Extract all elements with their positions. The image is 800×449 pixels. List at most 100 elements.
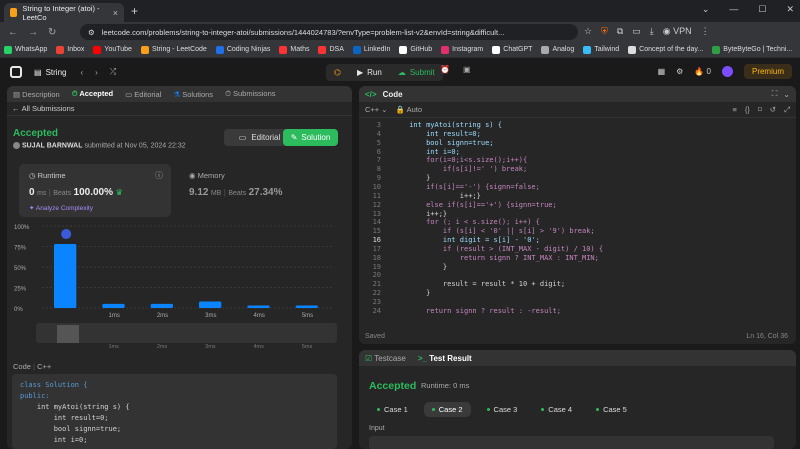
- extensions-icon[interactable]: ⧉: [617, 26, 623, 37]
- avatar[interactable]: [721, 66, 733, 77]
- memory-card[interactable]: ◉ Memory 9.12 MB | Beats 27.34%: [179, 164, 339, 217]
- solution-button[interactable]: ✎ Solution: [283, 129, 338, 146]
- forward-icon[interactable]: →: [28, 27, 38, 38]
- bookmark-item[interactable]: WhatsApp: [4, 45, 47, 54]
- code-line: i++;}: [405, 191, 481, 200]
- bookmark-item[interactable]: Tailwind: [583, 45, 619, 54]
- bookmark-item[interactable]: Analog: [541, 45, 575, 54]
- vpn-button[interactable]: ◉ VPN: [663, 26, 692, 37]
- bookmark-item[interactable]: GitHub: [399, 45, 432, 54]
- language-select[interactable]: C++ ⌄: [365, 105, 388, 114]
- premium-button[interactable]: Premium: [743, 64, 792, 79]
- input-box: [369, 436, 774, 449]
- bar-5ms[interactable]: [295, 305, 318, 308]
- back-icon[interactable]: ←: [8, 27, 18, 38]
- code-editor[interactable]: 3 int myAtoi(string s) {4 int result=0; 5…: [359, 118, 796, 326]
- problem-list-label: String: [45, 67, 67, 77]
- bookmark-item[interactable]: Instagram: [441, 45, 483, 54]
- bookmark-item[interactable]: Inbox: [56, 45, 84, 54]
- code-line: int digit = s[i] - '0';: [405, 236, 540, 245]
- bookmark-item[interactable]: Maths: [279, 45, 309, 54]
- bar-1ms[interactable]: [102, 303, 125, 308]
- new-tab-button[interactable]: +: [131, 4, 138, 18]
- minimize-icon[interactable]: —: [729, 4, 738, 15]
- y-tick-label: 0%: [14, 307, 23, 313]
- shuffle-icon[interactable]: ⤮: [110, 67, 116, 77]
- bookmark-item[interactable]: ByteByteGo | Techni...: [712, 45, 792, 54]
- tab-test-result[interactable]: >_ Test Result: [418, 354, 472, 363]
- runtime-card[interactable]: ◷ Runtime ⓘ 0 ms | Beats 100.00% ♛ ✦ Ana…: [19, 164, 171, 217]
- next-problem-icon[interactable]: ›: [95, 68, 98, 77]
- bar-2ms[interactable]: [150, 303, 173, 308]
- tab-editorial[interactable]: ▭ Editorial: [125, 90, 161, 99]
- streak-counter[interactable]: 🔥 0: [694, 67, 711, 76]
- note-icon[interactable]: ▣: [463, 65, 471, 74]
- tab-solutions[interactable]: ⚗ Solutions: [173, 90, 213, 99]
- case-tab[interactable]: Case 4: [533, 402, 580, 417]
- x-tick-label: 4ms: [254, 313, 265, 319]
- braces-icon[interactable]: {}: [745, 105, 750, 114]
- format-icon[interactable]: ≡: [732, 105, 736, 114]
- bookmark-item[interactable]: DSA: [318, 45, 344, 54]
- user-name[interactable]: SUJAL BARNWAL: [22, 142, 83, 149]
- case-tab[interactable]: Case 3: [479, 402, 526, 417]
- layout-icon[interactable]: ▦: [658, 67, 666, 76]
- collapse-icon[interactable]: ⌄: [783, 90, 790, 99]
- range-handle[interactable]: [57, 325, 79, 343]
- test-result-panel: ☑ Testcase >_ Test Result Accepted Runti…: [359, 350, 796, 449]
- browser-tab[interactable]: String to Integer (atoi) - LeetCo ×: [4, 3, 124, 22]
- reset-icon[interactable]: ↺: [770, 105, 776, 114]
- run-button[interactable]: ▶ Run: [349, 64, 390, 81]
- bookmark-label: Analog: [552, 46, 575, 53]
- analyze-complexity-link[interactable]: ✦ Analyze Complexity: [29, 204, 93, 212]
- bookmark-item[interactable]: LinkedIn: [352, 45, 390, 54]
- case-tab[interactable]: Case 5: [588, 402, 635, 417]
- reload-icon[interactable]: ↻: [48, 27, 56, 38]
- maximize-icon[interactable]: ☐: [758, 4, 766, 15]
- bookmark-item[interactable]: Concept of the day...: [628, 45, 703, 54]
- tab-accepted[interactable]: ⏱ Accepted: [72, 89, 113, 99]
- leetcode-logo-icon[interactable]: [10, 66, 22, 78]
- star-icon[interactable]: ☆: [584, 26, 592, 37]
- site-info-icon[interactable]: ⚙: [88, 28, 95, 37]
- case-tab[interactable]: Case 2: [423, 402, 471, 417]
- bookmark-item[interactable]: String - LeetCode: [140, 45, 207, 54]
- submit-button[interactable]: ☁ Submit: [390, 64, 443, 81]
- runtime-value: 0 ms | Beats 100.00% ♛: [29, 187, 124, 198]
- sidebar-icon[interactable]: ▭: [632, 26, 641, 37]
- close-window-icon[interactable]: ✕: [786, 4, 794, 15]
- code-line: }: [405, 262, 448, 271]
- auto-mode[interactable]: 🔒 Auto: [396, 105, 422, 114]
- range-slider[interactable]: [36, 323, 337, 343]
- bar-3ms[interactable]: [199, 301, 222, 308]
- bookmark-item[interactable]: Coding Ninjas: [215, 45, 270, 54]
- bookmark-item[interactable]: YouTube: [93, 45, 132, 54]
- problem-list-button[interactable]: ▤ String: [34, 68, 66, 77]
- bookmark-icon: [441, 45, 450, 54]
- settings-icon[interactable]: ⚙: [676, 67, 683, 76]
- bar-4ms[interactable]: [247, 305, 270, 308]
- bookmark-item[interactable]: ChatGPT: [492, 45, 532, 54]
- line-number: 3: [376, 121, 381, 129]
- fullscreen-icon[interactable]: ⤢: [784, 105, 790, 115]
- close-tab-icon[interactable]: ×: [113, 8, 118, 18]
- bookmark-icon: [541, 45, 550, 54]
- case-tab[interactable]: Case 1: [369, 402, 416, 417]
- debug-button[interactable]: ⌬: [326, 64, 349, 81]
- expand-icon[interactable]: ⛶: [772, 89, 778, 99]
- tab-search-icon[interactable]: ⌄: [702, 4, 710, 15]
- tab-description[interactable]: ▤ Description: [13, 90, 60, 99]
- tab-testcase[interactable]: ☑ Testcase: [365, 354, 406, 363]
- address-bar[interactable]: ⚙ leetcode.com/problems/string-to-intege…: [80, 24, 578, 40]
- all-submissions-link[interactable]: ← All Submissions: [7, 102, 352, 116]
- alarm-icon[interactable]: ⏰: [440, 65, 450, 74]
- bookmark-icon[interactable]: ⌑: [758, 105, 762, 114]
- tab-title: String to Integer (atoi) - LeetCo: [22, 3, 100, 22]
- tab-submissions[interactable]: ⏱ Submissions: [225, 89, 275, 99]
- extension-shield-icon[interactable]: ⛨: [601, 26, 608, 37]
- prev-problem-icon[interactable]: ‹: [80, 68, 83, 77]
- info-icon[interactable]: ⓘ: [155, 170, 163, 181]
- download-icon[interactable]: ⤓: [650, 26, 654, 37]
- menu-icon[interactable]: ⋮: [701, 26, 710, 37]
- bar-0ms[interactable]: [54, 244, 77, 308]
